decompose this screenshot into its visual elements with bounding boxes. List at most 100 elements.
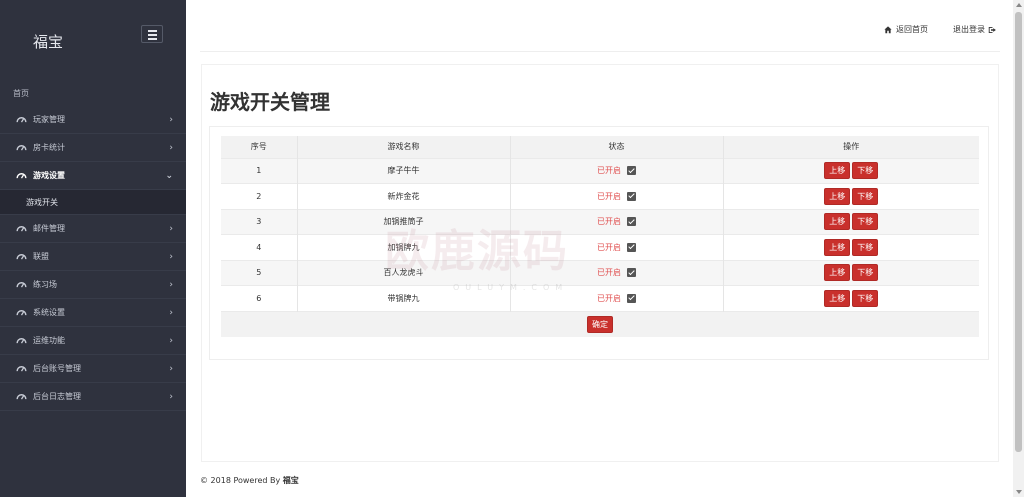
- table-row: 6 带锅牌九 已开启 上移 下移: [221, 285, 979, 311]
- sidebar-item[interactable]: 玩家管理 ›: [0, 106, 186, 134]
- sidebar-nav: 玩家管理 › 房卡统计 › 游戏设置 ⌄ 游戏开关 邮件管理 › 联盟 › 练习场 › 系统设置 › 运维功能…: [0, 106, 186, 411]
- sidebar-item[interactable]: 后台日志管理 ›: [0, 383, 186, 411]
- cell-no: 6: [221, 285, 298, 311]
- status-checkbox[interactable]: [627, 242, 636, 252]
- cell-status: 已开启: [510, 234, 724, 260]
- move-up-button[interactable]: 上移: [824, 289, 851, 307]
- table-header-row: 序号 游戏名称 状态 操作: [221, 136, 979, 158]
- cell-status: 已开启: [510, 285, 724, 311]
- sidebar-item-label: 后台账号管理: [33, 364, 81, 373]
- page-scrollbar[interactable]: [1013, 0, 1024, 497]
- sidebar-item[interactable]: 系统设置 ›: [0, 299, 186, 327]
- sidebar-item-label: 运维功能: [33, 336, 65, 345]
- status-checkbox[interactable]: [627, 217, 636, 227]
- gauge-icon: [16, 254, 27, 260]
- status-checkbox[interactable]: [627, 268, 636, 278]
- cell-actions: 上移 下移: [723, 157, 979, 184]
- sidebar-item-label: 游戏设置: [33, 171, 65, 180]
- sidebar-item[interactable]: 联盟 ›: [0, 243, 186, 271]
- sidebar-item[interactable]: 游戏设置 ⌄: [0, 162, 186, 190]
- status-checkbox[interactable]: [627, 191, 636, 201]
- chevron-right-icon: ›: [169, 115, 173, 125]
- table-row: 3 加锅推筒子 已开启 上移 下移: [221, 208, 979, 235]
- table-footer-row: 确定: [221, 310, 979, 337]
- status-label: 已开启: [597, 268, 621, 278]
- move-up-button[interactable]: 上移: [824, 264, 851, 282]
- cell-actions: 上移 下移: [723, 234, 979, 260]
- move-up-button[interactable]: 上移: [824, 238, 851, 256]
- scroll-up-arrow-icon[interactable]: [1016, 3, 1022, 7]
- cell-actions: 上移 下移: [723, 259, 979, 286]
- move-up-button[interactable]: 上移: [824, 187, 851, 205]
- cell-status: 已开启: [510, 259, 724, 286]
- cell-game-name: 百人龙虎斗: [297, 259, 511, 286]
- chevron-down-icon: ⌄: [165, 171, 173, 181]
- chevron-right-icon: ›: [169, 224, 173, 234]
- logout-link[interactable]: 退出登录: [953, 24, 997, 35]
- gauge-icon: [16, 117, 27, 123]
- gauge-icon: [16, 394, 27, 400]
- cell-no: 3: [221, 208, 298, 235]
- gauge-icon: [16, 310, 27, 316]
- status-checkbox[interactable]: [627, 293, 636, 303]
- table-row: 1 摩子牛牛 已开启 上移 下移: [221, 157, 979, 184]
- status-label: 已开启: [597, 293, 621, 303]
- move-down-button[interactable]: 下移: [852, 162, 879, 180]
- gauge-icon: [16, 282, 27, 288]
- home-link[interactable]: 返回首页: [884, 24, 928, 35]
- cell-actions: 上移 下移: [723, 208, 979, 235]
- home-link-label: 返回首页: [896, 25, 928, 34]
- gauge-icon: [16, 226, 27, 232]
- chevron-right-icon: ›: [169, 252, 173, 262]
- menu-toggle-button[interactable]: [141, 25, 163, 43]
- sidebar: 福宝 首页 玩家管理 › 房卡统计 › 游戏设置 ⌄ 游戏开关 邮件管理 › 联盟 › 练习场 › 系统设…: [0, 0, 186, 497]
- status-checkbox[interactable]: [627, 166, 636, 176]
- confirm-button[interactable]: 确定: [587, 315, 613, 333]
- cell-no: 1: [221, 157, 298, 184]
- cell-actions: 上移 下移: [723, 285, 979, 311]
- sidebar-item-label: 练习场: [33, 280, 57, 289]
- sidebar-item-label: 玩家管理: [33, 115, 65, 124]
- sidebar-item-label: 房卡统计: [33, 143, 65, 152]
- sidebar-item[interactable]: 后台账号管理 ›: [0, 355, 186, 383]
- sidebar-subitem-game-switch[interactable]: 游戏开关: [0, 190, 186, 215]
- move-down-button[interactable]: 下移: [852, 213, 879, 231]
- home-icon: [884, 25, 892, 33]
- chevron-right-icon: ›: [169, 336, 173, 346]
- col-header-name: 游戏名称: [297, 136, 511, 158]
- move-down-button[interactable]: 下移: [852, 187, 879, 205]
- top-header: [200, 0, 1000, 52]
- footer: © 2018 Powered By 福宝: [200, 475, 299, 486]
- sidebar-item-label: 系统设置: [33, 308, 65, 317]
- sidebar-item-label: 后台日志管理: [33, 392, 81, 401]
- move-down-button[interactable]: 下移: [852, 264, 879, 282]
- gauge-icon: [16, 338, 27, 344]
- move-up-button[interactable]: 上移: [824, 162, 851, 180]
- gauge-icon: [16, 173, 27, 179]
- chevron-right-icon: ›: [169, 143, 173, 153]
- move-up-button[interactable]: 上移: [824, 213, 851, 231]
- sidebar-item[interactable]: 练习场 ›: [0, 271, 186, 299]
- scroll-thumb[interactable]: [1015, 12, 1022, 452]
- sidebar-item[interactable]: 运维功能 ›: [0, 327, 186, 355]
- status-label: 已开启: [597, 217, 621, 227]
- sidebar-item-label: 邮件管理: [33, 224, 65, 233]
- col-header-no: 序号: [221, 136, 298, 158]
- move-down-button[interactable]: 下移: [852, 289, 879, 307]
- sidebar-item[interactable]: 房卡统计 ›: [0, 134, 186, 162]
- table-row: 5 百人龙虎斗 已开启 上移 下移: [221, 259, 979, 286]
- col-header-status: 状态: [510, 136, 724, 158]
- sign-out-icon: [988, 26, 996, 33]
- sidebar-section-label[interactable]: 首页: [13, 88, 29, 99]
- chevron-right-icon: ›: [169, 392, 173, 402]
- chevron-right-icon: ›: [169, 308, 173, 318]
- move-down-button[interactable]: 下移: [852, 238, 879, 256]
- cell-status: 已开启: [510, 183, 724, 209]
- cell-game-name: 加锅推筒子: [297, 208, 511, 235]
- sidebar-item[interactable]: 邮件管理 ›: [0, 215, 186, 243]
- cell-game-name: 摩子牛牛: [297, 157, 511, 184]
- col-header-actions: 操作: [723, 136, 979, 158]
- cell-status: 已开启: [510, 208, 724, 235]
- sidebar-item-label: 联盟: [33, 252, 49, 261]
- scroll-down-arrow-icon[interactable]: [1016, 490, 1022, 494]
